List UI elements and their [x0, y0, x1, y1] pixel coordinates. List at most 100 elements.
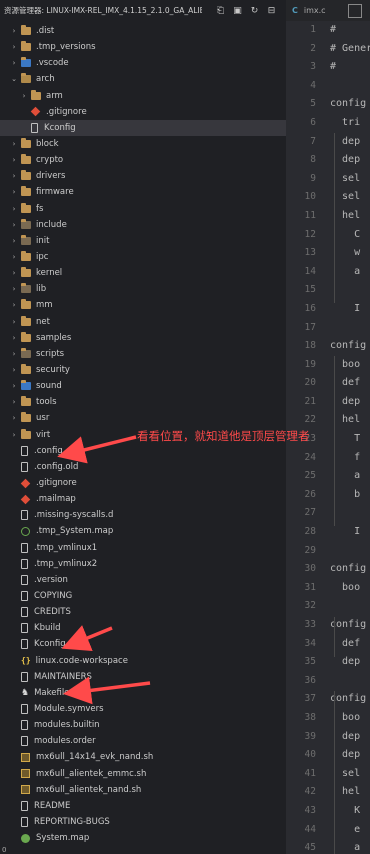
chevron-right-icon[interactable]: ›	[10, 188, 18, 196]
tree-item-label: .mailmap	[36, 494, 76, 505]
tree-folder[interactable]: › include	[0, 217, 286, 233]
collapse-icon[interactable]: ⊟	[267, 6, 276, 16]
tree-file[interactable]: mx6ull_14x14_evk_nand.sh	[0, 749, 286, 765]
new-folder-icon[interactable]: ▣	[233, 6, 242, 16]
tree-folder[interactable]: › init	[0, 233, 286, 249]
tree-file[interactable]: COPYING	[0, 588, 286, 604]
folder-icon	[21, 251, 31, 262]
tree-file[interactable]: mx6ull_alientek_emmc.sh	[0, 765, 286, 781]
tree-file[interactable]: Kbuild	[0, 620, 286, 636]
tree-file[interactable]: .tmp_System.map	[0, 523, 286, 539]
tree-file[interactable]: .gitignore	[0, 475, 286, 491]
tree-file[interactable]: .mailmap	[0, 491, 286, 507]
tree-file[interactable]: .config.old	[0, 459, 286, 475]
tree-file[interactable]: modules.order	[0, 733, 286, 749]
tree-file[interactable]: {} linux.code-workspace	[0, 652, 286, 668]
tree-folder[interactable]: › firmware	[0, 184, 286, 200]
chevron-right-icon[interactable]: ›	[10, 269, 18, 277]
tree-folder[interactable]: › arm	[0, 88, 286, 104]
folder-icon	[31, 89, 41, 100]
chevron-right-icon[interactable]: ›	[10, 301, 18, 309]
chevron-right-icon[interactable]: ›	[10, 382, 18, 390]
tree-file[interactable]: Module.symvers	[0, 701, 286, 717]
chevron-right-icon[interactable]: ›	[10, 172, 18, 180]
tree-file[interactable]: .tmp_vmlinux1	[0, 540, 286, 556]
chevron-right-icon[interactable]: ›	[10, 27, 18, 35]
chevron-right-icon[interactable]: ›	[10, 237, 18, 245]
chevron-right-icon[interactable]: ›	[10, 366, 18, 374]
chevron-right-icon[interactable]: ›	[10, 156, 18, 164]
tree-folder[interactable]: › security	[0, 362, 286, 378]
tree-folder[interactable]: › net	[0, 314, 286, 330]
chevron-right-icon[interactable]: ›	[20, 92, 28, 100]
line-number: 5	[310, 98, 316, 110]
tree-folder[interactable]: › drivers	[0, 168, 286, 184]
line-number: 36	[304, 674, 316, 686]
chevron-right-icon[interactable]: ›	[10, 350, 18, 358]
tree-item-label: .config.old	[34, 461, 79, 472]
git-icon	[20, 478, 31, 488]
tree-folder[interactable]: › .vscode	[0, 55, 286, 71]
tree-file[interactable]: Kconfig	[0, 636, 286, 652]
tree-file[interactable]: .config	[0, 443, 286, 459]
tree-folder[interactable]: › samples	[0, 330, 286, 346]
chevron-right-icon[interactable]: ›	[10, 431, 18, 439]
tree-item-label: fs	[36, 203, 44, 214]
new-file-icon[interactable]: ⎗	[216, 6, 225, 16]
chevron-right-icon[interactable]: ›	[10, 285, 18, 293]
tree-file[interactable]: ♞ Makefile	[0, 685, 286, 701]
tree-file[interactable]: .missing-syscalls.d	[0, 507, 286, 523]
tree-file[interactable]: MAINTAINERS	[0, 669, 286, 685]
tree-file[interactable]: mx6ull_alientek_nand.sh	[0, 782, 286, 798]
chevron-right-icon[interactable]: ›	[10, 59, 18, 67]
code-line: config	[330, 98, 367, 110]
folder-icon	[21, 73, 31, 84]
tree-folder[interactable]: › mm	[0, 297, 286, 313]
chevron-right-icon[interactable]: ›	[10, 334, 18, 342]
tree-file[interactable]: modules.builtin	[0, 717, 286, 733]
refresh-icon[interactable]: ↻	[250, 6, 259, 16]
tree-folder[interactable]: › usr	[0, 410, 286, 426]
tree-folder[interactable]: › .tmp_versions	[0, 39, 286, 55]
chevron-down-icon[interactable]: ⌄	[10, 75, 18, 83]
tree-folder[interactable]: › kernel	[0, 265, 286, 281]
chevron-right-icon[interactable]: ›	[10, 221, 18, 229]
tree-folder[interactable]: ⌄ arch	[0, 71, 286, 87]
line-number: 45	[304, 842, 316, 854]
tree-file[interactable]: Kconfig	[0, 119, 286, 136]
tree-item-label: arm	[46, 90, 63, 101]
tree-file[interactable]: README	[0, 798, 286, 814]
folder-icon	[21, 299, 31, 310]
tab-imx-c[interactable]: C imx.c	[286, 0, 326, 21]
tree-folder[interactable]: › crypto	[0, 152, 286, 168]
tree-item-label: security	[36, 365, 70, 376]
chevron-right-icon[interactable]: ›	[10, 398, 18, 406]
chevron-right-icon[interactable]: ›	[10, 43, 18, 51]
tree-folder[interactable]: › scripts	[0, 346, 286, 362]
tree-folder[interactable]: › ipc	[0, 249, 286, 265]
chevron-right-icon[interactable]: ›	[10, 253, 18, 261]
git-icon	[30, 106, 41, 117]
chevron-right-icon[interactable]: ›	[10, 140, 18, 148]
file-icon[interactable]	[347, 3, 362, 18]
line-number: 27	[304, 507, 316, 519]
tree-folder[interactable]: › block	[0, 136, 286, 152]
chevron-right-icon[interactable]: ›	[10, 205, 18, 213]
tree-file[interactable]: .version	[0, 572, 286, 588]
code-line: a	[330, 842, 361, 854]
tree-file[interactable]: .tmp_vmlinux2	[0, 556, 286, 572]
tree-file[interactable]: CREDITS	[0, 604, 286, 620]
tree-folder[interactable]: › .dist	[0, 23, 286, 39]
tree-folder[interactable]: › tools	[0, 394, 286, 410]
tree-item-label: .tmp_vmlinux2	[34, 558, 98, 569]
line-number: 33	[304, 619, 316, 630]
tree-folder[interactable]: › sound	[0, 378, 286, 394]
tree-file[interactable]: System.map	[0, 830, 286, 846]
tree-file[interactable]: .gitignore	[0, 104, 286, 120]
tree-folder[interactable]: › lib	[0, 281, 286, 297]
tree-item-label: .tmp_System.map	[36, 526, 114, 537]
chevron-right-icon[interactable]: ›	[10, 318, 18, 326]
chevron-right-icon[interactable]: ›	[10, 414, 18, 422]
tree-folder[interactable]: › fs	[0, 201, 286, 217]
tree-file[interactable]: REPORTING-BUGS	[0, 814, 286, 830]
